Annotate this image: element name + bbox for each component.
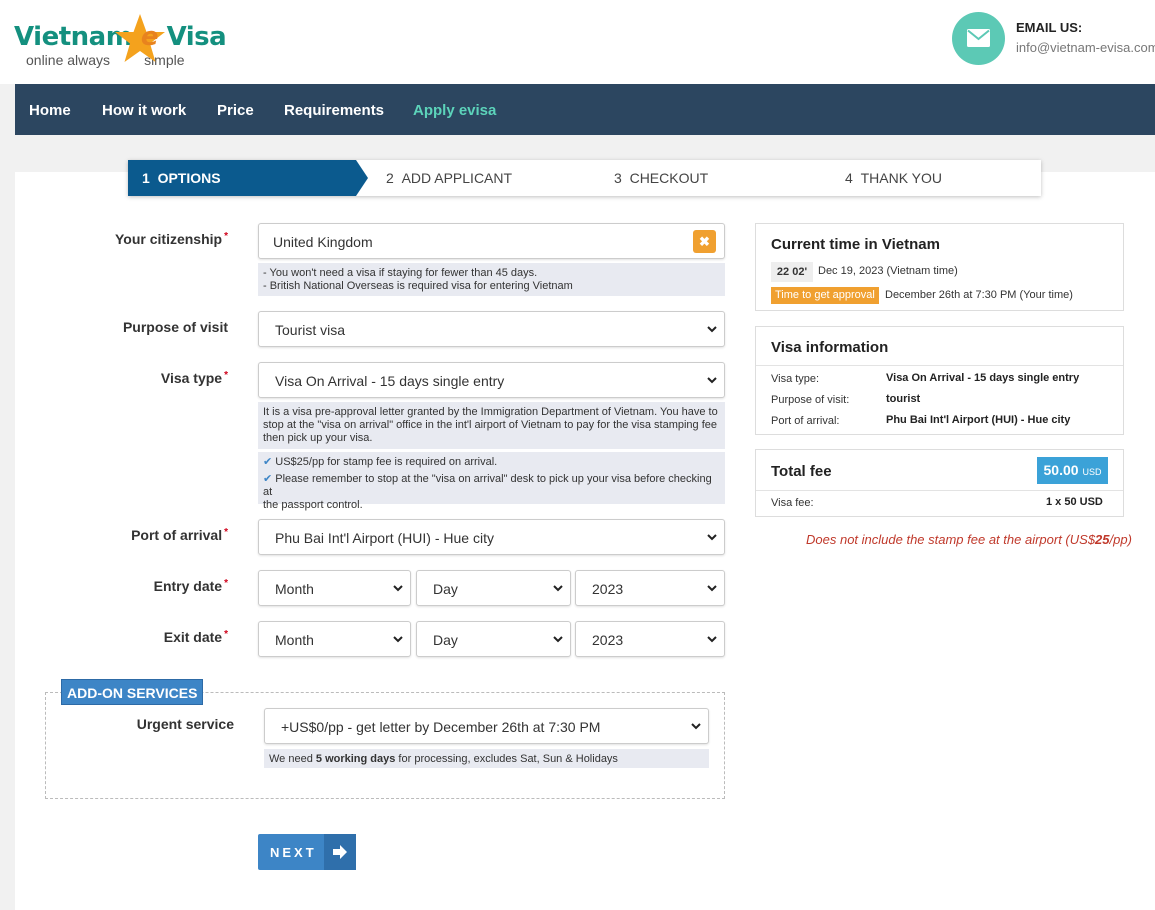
nav-price[interactable]: Price bbox=[217, 102, 254, 119]
chevron-down-icon bbox=[393, 636, 403, 643]
purpose-select[interactable]: Tourist visa bbox=[258, 311, 725, 347]
clear-citizenship-button[interactable]: ✖ bbox=[693, 230, 716, 253]
email-label: EMAIL US: bbox=[1016, 20, 1083, 35]
current-time-title: Current time in Vietnam bbox=[771, 236, 940, 253]
check-icon: ✔ bbox=[263, 473, 273, 485]
entry-day-select[interactable]: Day bbox=[416, 570, 571, 606]
chevron-down-icon bbox=[707, 377, 717, 384]
exit-year-select[interactable]: 2023 bbox=[575, 621, 725, 657]
nav-home[interactable]: Home bbox=[29, 102, 71, 119]
addon-services-badge: ADD-ON SERVICES bbox=[61, 679, 204, 705]
email-link[interactable]: info@vietnam-evisa.com bbox=[1016, 40, 1155, 55]
chevron-down-icon bbox=[691, 723, 701, 730]
purpose-label: Purpose of visit bbox=[122, 319, 228, 335]
chevron-down-icon bbox=[553, 585, 563, 592]
visa-info-label: Visa type: bbox=[771, 373, 820, 385]
checkout-steps: 1 OPTIONS 2 ADD APPLICANT 3 CHECKOUT 4 T… bbox=[128, 160, 1041, 196]
visa-type-select[interactable]: Visa On Arrival - 15 days single entry bbox=[258, 362, 725, 398]
email-circle[interactable] bbox=[952, 12, 1005, 65]
visa-info-label: Port of arrival: bbox=[771, 415, 840, 427]
exit-month-select[interactable]: Month bbox=[258, 621, 411, 657]
total-fee-title: Total fee bbox=[771, 463, 832, 480]
step-thank-you[interactable]: 4 THANK YOU bbox=[845, 170, 942, 186]
check-icon: ✔ bbox=[263, 456, 273, 468]
urgent-service-label: Urgent service bbox=[136, 716, 234, 732]
nav-requirements[interactable]: Requirements bbox=[284, 102, 384, 119]
site-logo[interactable]: Vietnam e Visa online always simple bbox=[14, 14, 227, 72]
port-label: Port of arrival * bbox=[131, 527, 228, 543]
visa-fee-label: Visa fee: bbox=[771, 497, 814, 509]
visa-info-value: Visa On Arrival - 15 days single entry bbox=[886, 372, 1080, 384]
chevron-down-icon bbox=[393, 585, 403, 592]
visa-info-title: Visa information bbox=[771, 339, 889, 356]
nav-how-it-work[interactable]: How it work bbox=[102, 102, 186, 119]
entry-date-label: Entry date * bbox=[153, 578, 228, 594]
total-fee-amount: 50.00 USD bbox=[1037, 457, 1108, 484]
citizenship-note: - You won't need a visa if staying for f… bbox=[258, 263, 725, 296]
visa-info-value: Phu Bai Int'l Airport (HUI) - Hue city bbox=[886, 414, 1071, 426]
approval-date: December 26th at 7:30 PM (Your time) bbox=[885, 289, 1073, 301]
main-nav: Home How it work Price Requirements Appl… bbox=[15, 84, 1155, 135]
visa-info-value: tourist bbox=[886, 393, 921, 405]
visa-requirements-note: ✔ US$25/pp for stamp fee is required on … bbox=[258, 452, 725, 511]
nav-apply-evisa[interactable]: Apply evisa bbox=[413, 102, 496, 119]
stamp-fee-note: Does not include the stamp fee at the ai… bbox=[806, 532, 1132, 547]
chevron-down-icon bbox=[553, 636, 563, 643]
chevron-down-icon bbox=[707, 636, 717, 643]
port-select[interactable]: Phu Bai Int'l Airport (HUI) - Hue city bbox=[258, 519, 725, 555]
star-icon bbox=[115, 14, 165, 62]
visa-fee-value: 1 x 50 USD bbox=[1046, 496, 1103, 508]
citizenship-label: Your citizenship * bbox=[115, 231, 228, 247]
entry-month-select[interactable]: Month bbox=[258, 570, 411, 606]
step-checkout[interactable]: 3 CHECKOUT bbox=[614, 170, 708, 186]
chevron-down-icon bbox=[707, 534, 717, 541]
site-header: Vietnam e Visa online always simple EMAIL… bbox=[0, 0, 1155, 84]
clock-display: 22 02' bbox=[771, 262, 813, 282]
step-options[interactable]: 1 OPTIONS bbox=[142, 170, 221, 186]
next-button[interactable]: NEXT bbox=[258, 834, 356, 870]
chevron-down-icon bbox=[707, 326, 717, 333]
envelope-icon bbox=[967, 29, 990, 47]
visa-info-label: Purpose of visit: bbox=[771, 394, 850, 406]
step-add-applicant[interactable]: 2 ADD APPLICANT bbox=[386, 170, 512, 186]
citizenship-input[interactable]: United Kingdom ✖ bbox=[258, 223, 725, 259]
approval-badge: Time to get approval bbox=[771, 287, 879, 304]
exit-date-label: Exit date * bbox=[163, 629, 228, 645]
urgent-service-note: We need 5 working days for processing, e… bbox=[264, 749, 709, 768]
chevron-down-icon bbox=[707, 585, 717, 592]
vietnam-date: Dec 19, 2023 (Vietnam time) bbox=[818, 265, 958, 277]
exit-day-select[interactable]: Day bbox=[416, 621, 571, 657]
entry-year-select[interactable]: 2023 bbox=[575, 570, 725, 606]
citizenship-value: United Kingdom bbox=[273, 234, 373, 250]
urgent-service-select[interactable]: +US$0/pp - get letter by December 26th a… bbox=[264, 708, 709, 744]
visa-type-label: Visa type * bbox=[160, 370, 228, 386]
visa-type-note: It is a visa pre-approval letter granted… bbox=[258, 402, 725, 449]
arrow-right-icon bbox=[333, 845, 347, 859]
